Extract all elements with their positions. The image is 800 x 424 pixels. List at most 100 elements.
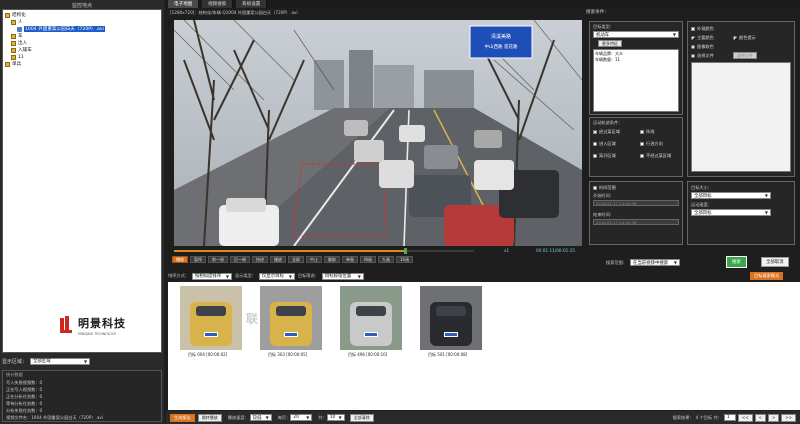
pager-button-1[interactable]: < [754, 413, 766, 422]
jump-play-button[interactable]: 跳转播放 [197, 413, 222, 422]
search-range-select[interactable]: 在当前视频中搜索 ▼ [630, 259, 680, 266]
select-file-button[interactable]: 选择文件 [733, 52, 757, 59]
playback-speed: x1 [504, 248, 510, 253]
result-label: 目标 496 [00:00:10] [348, 352, 388, 357]
motion-checkbox[interactable]: 不经过某区域 [640, 153, 671, 159]
pager-button-0[interactable]: << [737, 413, 753, 422]
display-type-label: 显示类型： [234, 273, 256, 278]
show-region-row: 显示区域： 全部区域 ▼ [2, 357, 162, 365]
result-count: 4 个目标 共： [695, 414, 722, 420]
tree-item[interactable]: 结构化 [5, 12, 26, 18]
car-windshield [276, 306, 306, 316]
folder-icon [11, 47, 16, 53]
target-type-select[interactable]: 机动车 ▼ [593, 31, 679, 38]
pages-select[interactable]: 10 ▼ [326, 414, 345, 421]
motion-checkbox[interactable]: 离开区域 [593, 153, 616, 159]
play-speed-label: 播放速度： [227, 414, 249, 420]
playback-time: 00:01:11/00:01:25 [536, 248, 576, 253]
checkbox-icon [640, 154, 644, 158]
search-button[interactable]: 搜索 [726, 256, 747, 268]
control-button-0[interactable]: 播放 [172, 256, 188, 263]
radio-icon [733, 36, 737, 40]
control-button-3[interactable]: 后一帧 [230, 256, 250, 263]
tree-item[interactable]: 车 [11, 33, 23, 39]
tree-item[interactable]: 1004 外国重案公园白天（720P）.avi [17, 26, 105, 32]
play-speed-select[interactable]: 较低 ▼ [249, 414, 272, 421]
result-info-label: 搜索结果： [672, 414, 694, 420]
show-region-select[interactable]: 全部区域 ▼ [30, 357, 91, 365]
sort-label: 排序方式： [168, 273, 189, 278]
pager-button-2[interactable]: > [767, 413, 780, 422]
start-time-input[interactable]: 2018-01-17 14:45:36 [593, 200, 679, 206]
control-button-2[interactable]: 前一帧 [208, 256, 228, 263]
stat-row: 正在分析任务数：0 [6, 394, 42, 400]
end-time-input[interactable]: 2018-01-17 14:45:36 [593, 219, 679, 225]
result-thumbnail[interactable] [260, 286, 322, 350]
target-search-mode-button[interactable]: 目标搜索模式 [750, 272, 784, 280]
control-button-4[interactable]: 快进 [252, 256, 268, 263]
tree-item[interactable]: 人 [11, 19, 23, 25]
display-type-select[interactable]: 仅显示目标 ▼ [258, 272, 295, 280]
per-page-select[interactable]: 20 ▼ [290, 414, 313, 421]
tab-2[interactable]: 系统设置 [236, 0, 268, 8]
target-size-value: 全部目标 [694, 193, 712, 199]
tab-0[interactable]: 电子地图 [168, 0, 200, 8]
appearance-color-checkbox[interactable]: 外观颜色 [691, 26, 714, 32]
control-button-11[interactable]: 九画 [378, 256, 394, 263]
target-filter-select[interactable]: 目标按钮位置 ▼ [321, 272, 364, 280]
main-color-radio[interactable]: 主要颜色 [691, 35, 714, 41]
control-button-9[interactable]: 单画 [342, 256, 358, 263]
time-range-checkbox[interactable]: 时间范围 [593, 185, 616, 191]
clear-all-button[interactable]: 全部取消 [761, 257, 789, 267]
target-features-list[interactable]: 车辆品牌：大众 车辆数量：11 [593, 49, 679, 112]
motion-checkbox[interactable]: 行进方向 [640, 141, 663, 147]
control-button-8[interactable]: 截取 [324, 256, 340, 263]
motion-checkbox[interactable]: 进入区域 [593, 141, 616, 147]
progress-thumb[interactable] [403, 248, 407, 254]
control-button-7[interactable]: 中止 [306, 256, 322, 263]
control-button-10[interactable]: 四画 [360, 256, 376, 263]
more-features-button[interactable]: 更多特征 [598, 40, 622, 47]
video-player[interactable]: 清溪美路 中山西路 莲花路 [174, 20, 582, 246]
result-thumbnail[interactable] [340, 286, 402, 350]
progress-fill [174, 250, 405, 252]
search-range-label: 搜索范围： [606, 260, 627, 265]
location-tree[interactable]: 结构化人 1004 外国重案公园白天（720P）.avi 车出入 入辅车 11 单兵 [2, 9, 162, 353]
control-button-1[interactable]: 暂停 [190, 256, 206, 263]
stat-value: 0 [39, 408, 43, 413]
tree-item[interactable]: 出入 [11, 40, 27, 46]
target-type-value: 机动车 [596, 32, 610, 38]
clear-results-button[interactable]: 全部清除 [349, 413, 374, 422]
page-number-input[interactable]: 1 [723, 414, 736, 421]
stat-value: 1004 外国重案公园白天（720P）.avi [31, 415, 104, 420]
folder-icon [5, 61, 10, 67]
playback-progress[interactable]: x1 00:01:11/00:01:25 [174, 248, 582, 254]
result-filter-row: 排序方式： 按相似度排序 ▼ 显示类型： 仅显示目标 ▼ 目标筛选： 目标按钮位… [168, 272, 588, 280]
motion-checkbox[interactable]: 拌线 [640, 129, 654, 135]
motion-speed-select[interactable]: 全部目标 ▼ [691, 209, 771, 216]
show-region-value: 全部区域 [33, 359, 51, 364]
image-color-radio[interactable]: 图像取色 [691, 44, 714, 50]
result-thumbnail[interactable] [420, 286, 482, 350]
progress-track[interactable] [174, 248, 474, 254]
control-button-6[interactable]: 全屏 [288, 256, 304, 263]
tree-item[interactable]: 11 [11, 54, 24, 60]
tree-item[interactable]: 入辅车 [11, 47, 32, 53]
pager-button-3[interactable]: >> [781, 413, 796, 422]
tab-1[interactable]: 视频搜索 [202, 0, 234, 8]
color-hint-radio[interactable]: 颜色提示 [733, 35, 756, 41]
select-file-radio[interactable]: 选择文件 [691, 53, 714, 59]
main-color-label: 主要颜色 [697, 35, 714, 40]
generate-report-button[interactable]: 生成报告 [170, 413, 195, 422]
play-speed-value: 较低 [252, 415, 262, 421]
chevron-down-icon: ▼ [338, 415, 342, 420]
result-thumbnail[interactable] [180, 286, 242, 350]
show-region-label: 显示区域： [2, 358, 28, 365]
stat-label: 分析失败任务数： [6, 408, 40, 413]
motion-checkbox[interactable]: 经过某区域 [593, 129, 620, 135]
control-button-5[interactable]: 慢放 [270, 256, 286, 263]
control-button-12[interactable]: 16画 [396, 256, 414, 263]
tree-item[interactable]: 单兵 [5, 61, 21, 67]
sort-select[interactable]: 按相似度排序 ▼ [191, 272, 232, 280]
target-size-select[interactable]: 全部目标 ▼ [691, 192, 771, 199]
